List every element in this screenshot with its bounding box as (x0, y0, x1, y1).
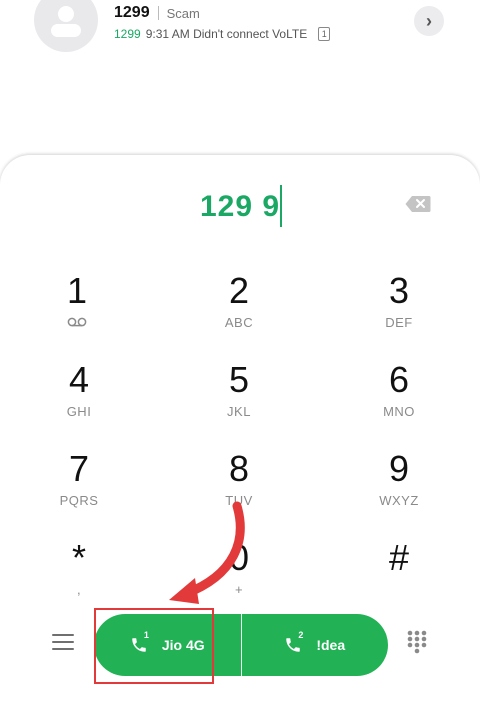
call-log-number: 1299 (114, 27, 141, 41)
contact-title-row: 1299 Scam (114, 2, 200, 24)
key-digit: 1 (66, 270, 88, 311)
key-4[interactable]: 4 GHI (19, 354, 139, 428)
avatar-head-shape (58, 6, 74, 22)
annotation-highlight-box (94, 608, 214, 684)
key-letters: , (76, 582, 82, 597)
menu-icon[interactable] (52, 634, 74, 652)
contact-tag: Scam (166, 5, 200, 21)
voicemail-icon (67, 317, 87, 327)
title-divider (157, 6, 159, 20)
backspace-icon[interactable] (405, 195, 431, 213)
annotation-arrow-icon (169, 501, 245, 604)
key-6[interactable]: 6 MNO (339, 354, 459, 428)
key-digit: # (388, 537, 410, 578)
key-letters: GHI (66, 404, 92, 419)
key-1[interactable]: 1 (17, 265, 137, 339)
sim2-label: !dea (316, 637, 346, 653)
key-letters: MNO (383, 404, 415, 419)
sim-badge: 1 (318, 27, 331, 41)
key-letters: DEF (385, 315, 413, 330)
key-9[interactable]: 9 WXYZ (339, 443, 459, 517)
dialpad-icon[interactable] (406, 630, 428, 654)
key-hash[interactable]: # (339, 532, 459, 606)
key-letters: PQRS (59, 493, 99, 508)
avatar (34, 0, 98, 52)
key-digit: 4 (68, 359, 90, 400)
key-digit: 8 (228, 448, 250, 489)
chevron-right-icon[interactable]: › (414, 6, 444, 36)
key-2[interactable]: 2 ABC (179, 265, 299, 339)
text-cursor (280, 185, 282, 227)
key-3[interactable]: 3 DEF (339, 265, 459, 339)
key-digit: 5 (228, 359, 250, 400)
call-log-row: 1299 9:31 AM Didn't connect VoLTE 1 (114, 26, 331, 42)
call-sim2-button[interactable]: 2 !dea (242, 614, 389, 676)
phone-icon: 2 (284, 630, 303, 654)
key-digit: 2 (228, 270, 250, 311)
key-letters: JKL (227, 404, 251, 419)
key-digit: 3 (388, 270, 410, 311)
key-digit: * (71, 537, 86, 578)
key-letters: WXYZ (379, 493, 419, 508)
key-digit: 9 (388, 448, 410, 489)
recent-call-card[interactable]: 1299 Scam 1299 9:31 AM Didn't connect Vo… (0, 0, 480, 60)
key-digit: 6 (388, 359, 410, 400)
contact-number: 1299 (114, 4, 150, 21)
sim2-index: 2 (298, 630, 304, 640)
key-7[interactable]: 7 PQRS (19, 443, 139, 517)
avatar-body-shape (51, 24, 81, 37)
key-digit: 7 (68, 448, 90, 489)
key-5[interactable]: 5 JKL (179, 354, 299, 428)
key-star[interactable]: * , (19, 532, 139, 606)
call-log-detail: 9:31 AM Didn't connect VoLTE (145, 27, 308, 41)
key-letters: ABC (224, 315, 254, 330)
